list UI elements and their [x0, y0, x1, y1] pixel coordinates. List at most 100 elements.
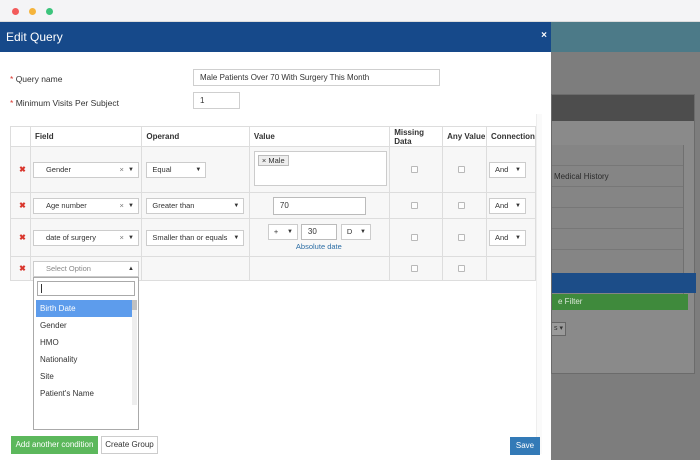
dropdown-option[interactable]: HMO: [36, 334, 132, 351]
value-tag-input[interactable]: × Male: [253, 151, 387, 186]
operand-cell: Smaller than or equals ▼: [141, 218, 250, 257]
operand-cell: Equal ▼: [141, 146, 250, 193]
table-header-any-value: Any Value: [442, 126, 487, 147]
clear-icon[interactable]: ×: [120, 231, 124, 245]
any-value-cell: [442, 146, 487, 193]
table-row: ✖ Age number × ▼ Greater than ▼ 70 And ▼: [10, 192, 537, 219]
chevron-down-icon: ▼: [127, 167, 134, 173]
minimize-dot[interactable]: [29, 8, 36, 15]
connection-select[interactable]: And ▼: [488, 230, 526, 246]
clear-icon[interactable]: ×: [120, 163, 124, 177]
sign-select[interactable]: + ▼: [267, 224, 298, 240]
operand-cell: [141, 256, 250, 281]
background-page: Medical History e Filter s ▾: [551, 22, 700, 460]
delete-row-icon[interactable]: ✖: [10, 192, 31, 219]
table-row: ✖ Gender × ▼ Equal ▼ × Male And ▼: [10, 146, 537, 193]
missing-data-cell: [389, 218, 444, 257]
chevron-down-icon: ▼: [195, 167, 202, 173]
operand-select-value: Greater than: [152, 201, 195, 210]
operand-select[interactable]: Equal ▼: [146, 162, 207, 178]
close-dot[interactable]: [12, 8, 19, 15]
chevron-down-icon: ▼: [514, 235, 521, 241]
field-cell: date of surgery × ▼: [29, 218, 143, 257]
missing-data-checkbox[interactable]: [411, 202, 419, 209]
value-tag[interactable]: × Male: [257, 155, 289, 166]
dropdown-option[interactable]: Site: [36, 368, 132, 385]
window-titlebar: [0, 0, 700, 22]
sign-select-value: +: [273, 227, 279, 236]
close-icon[interactable]: ×: [541, 30, 547, 41]
background-select: s ▾: [552, 322, 566, 336]
any-value-checkbox[interactable]: [458, 265, 466, 272]
unit-select[interactable]: D ▼: [340, 224, 371, 240]
dropdown-option[interactable]: Patient's Name: [36, 385, 132, 402]
operand-select[interactable]: Smaller than or equals ▼: [146, 230, 245, 246]
table-header-delete: [10, 126, 31, 147]
field-select[interactable]: Age number × ▼: [32, 198, 139, 214]
chevron-down-icon: ▼: [127, 235, 134, 241]
background-list-item-medical-history: Medical History: [552, 166, 683, 187]
modal-scrollbar[interactable]: [536, 114, 542, 454]
operand-cell: Greater than ▼: [141, 192, 250, 219]
create-group-button[interactable]: Create Group: [101, 436, 158, 454]
dropdown-option[interactable]: Birth Date: [36, 300, 132, 317]
any-value-cell: [442, 218, 487, 257]
field-select[interactable]: Select Option ▲: [32, 261, 139, 277]
connection-select[interactable]: And ▼: [488, 198, 526, 214]
delete-row-icon[interactable]: ✖: [10, 218, 31, 257]
chevron-down-icon: ▼: [514, 203, 521, 209]
chevron-down-icon: ▼: [359, 229, 366, 235]
connection-cell: And ▼: [485, 192, 537, 219]
table-header-row: Field Operand Value Missing Data Any Val…: [10, 126, 537, 147]
query-name-label: Query name: [15, 74, 63, 84]
connection-cell: And ▼: [485, 146, 537, 193]
clear-icon[interactable]: ×: [120, 199, 124, 213]
field-select[interactable]: Gender × ▼: [32, 162, 139, 178]
value-tag-label: Male: [268, 156, 285, 165]
table-row: ✖ date of surgery × ▼ Smaller than or eq…: [10, 218, 537, 257]
min-visits-row: * Minimum Visits Per Subject: [10, 98, 119, 108]
dropdown-search-input[interactable]: [37, 281, 135, 296]
table-header-connection: Connection: [485, 126, 537, 147]
min-visits-input[interactable]: 1: [193, 92, 240, 109]
dropdown-option[interactable]: Nationality: [36, 351, 132, 368]
connection-select-value: And: [494, 165, 509, 174]
query-name-row: * Query name: [10, 74, 62, 84]
background-blue-bar: [552, 273, 696, 293]
delete-row-icon[interactable]: ✖: [10, 256, 31, 281]
dropdown-scroll-thumb[interactable]: [132, 300, 137, 310]
missing-data-cell: [389, 146, 444, 193]
field-select[interactable]: date of surgery × ▼: [32, 230, 139, 246]
operand-select[interactable]: Greater than ▼: [146, 198, 245, 214]
background-select-text: s: [554, 325, 558, 332]
chevron-down-icon: ▼: [233, 235, 240, 241]
value-input[interactable]: 70: [272, 197, 366, 215]
any-value-checkbox[interactable]: [458, 234, 466, 241]
any-value-checkbox[interactable]: [458, 202, 466, 209]
query-name-input[interactable]: Male Patients Over 70 With Surgery This …: [193, 69, 440, 86]
dropdown-option[interactable]: Gender: [36, 317, 132, 334]
save-button[interactable]: Save: [510, 437, 540, 455]
field-select-placeholder: Select Option: [45, 264, 91, 273]
table-header-operand: Operand: [141, 126, 250, 147]
field-cell: Gender × ▼: [29, 146, 143, 193]
amount-input[interactable]: 30: [300, 224, 337, 240]
field-select-value: date of surgery: [45, 233, 96, 242]
missing-data-checkbox[interactable]: [411, 265, 419, 272]
delete-row-icon[interactable]: ✖: [10, 146, 31, 193]
connection-select[interactable]: And ▼: [488, 162, 526, 178]
maximize-dot[interactable]: [46, 8, 53, 15]
background-list-item: [552, 208, 683, 229]
value-cell: + ▼ 30 D ▼ Absolute date: [248, 218, 391, 257]
any-value-checkbox[interactable]: [458, 166, 466, 173]
connection-cell: [485, 256, 537, 281]
background-list-item: [552, 145, 683, 166]
table-header-field: Field: [29, 126, 143, 147]
missing-data-checkbox[interactable]: [411, 166, 419, 173]
text-cursor: [41, 284, 42, 293]
absolute-date-link[interactable]: Absolute date: [296, 242, 342, 251]
add-condition-button[interactable]: Add another condition: [11, 436, 98, 454]
dropdown-scrollbar[interactable]: [132, 300, 137, 405]
missing-data-checkbox[interactable]: [411, 234, 419, 241]
chevron-down-icon: ▼: [514, 167, 521, 173]
